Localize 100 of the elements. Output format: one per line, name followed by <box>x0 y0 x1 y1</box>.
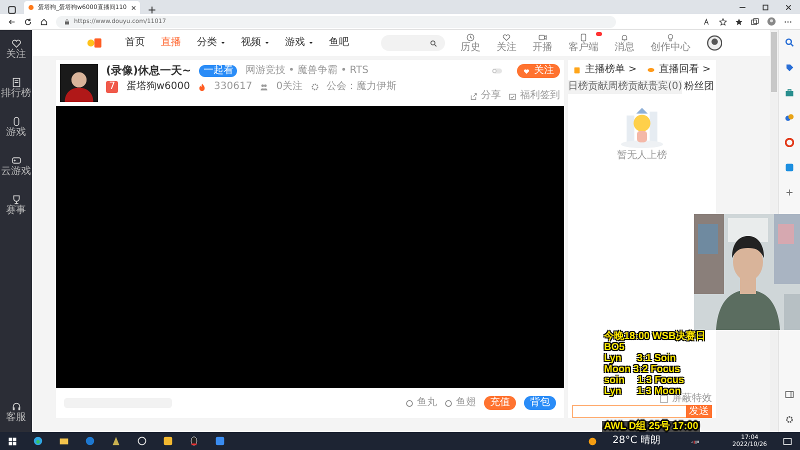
search-icon[interactable] <box>785 38 794 47</box>
back-icon[interactable] <box>8 18 16 26</box>
watch-together-tag: 一起看 <box>199 64 238 77</box>
overlay-text: Moon 3:2 Focus <box>604 364 682 375</box>
windows-start-icon[interactable] <box>8 436 17 446</box>
settings-icon[interactable] <box>785 415 794 424</box>
new-tab-icon[interactable] <box>148 6 156 14</box>
gamepad-icon <box>10 155 22 166</box>
heart-icon <box>523 68 530 74</box>
guild-name: 公会：魔力伊斯 <box>326 81 397 94</box>
nav-link[interactable]: 直播 <box>160 37 181 49</box>
sidebar-item[interactable]: 客服 <box>6 401 26 424</box>
maximize-icon[interactable] <box>762 4 769 10</box>
follow-button[interactable]: 关注 <box>517 64 560 78</box>
category-breadcrumb: 网游竞技 • 魔兽争霸 • RTS <box>245 64 368 77</box>
overlay-text: Lyn 3:1 Soin <box>604 353 677 364</box>
header-action[interactable]: 历史 <box>460 32 481 54</box>
heart-icon <box>10 38 22 49</box>
chat-input-field[interactable] <box>572 405 686 418</box>
browser-app-icon[interactable] <box>33 436 43 446</box>
nav-link[interactable]: 首页 <box>124 37 145 49</box>
video-camera-icon <box>538 32 548 42</box>
app-icon[interactable] <box>215 436 225 446</box>
overlay-text: 今晚18:00 WSB决赛日 <box>604 331 706 342</box>
nav-link[interactable]: 分类 <box>196 37 225 49</box>
streamer-name[interactable]: 蛋塔狗w6000 <box>126 81 190 94</box>
coin-icon <box>406 400 413 406</box>
caret-icon <box>220 41 225 45</box>
sidebar-item[interactable]: 赛事 <box>6 194 26 217</box>
streamer-avatar[interactable] <box>60 64 98 102</box>
heart-icon <box>502 32 512 42</box>
rank-tab[interactable]: 日榜贡献 <box>568 80 608 94</box>
penguin-icon[interactable] <box>189 436 199 446</box>
overlay-text: soin 1:3 Focus <box>604 375 686 386</box>
close-icon[interactable] <box>785 4 792 10</box>
search-field[interactable] <box>380 35 445 51</box>
calendar-check-icon <box>509 92 516 100</box>
heat-count: 330617 <box>214 81 252 94</box>
gift-item[interactable]: 鱼翅 <box>445 397 476 409</box>
headset-icon <box>10 401 22 412</box>
recharge-button[interactable]: 充值 <box>484 396 516 410</box>
notification-icon[interactable] <box>783 436 792 446</box>
collections-icon[interactable] <box>751 18 759 26</box>
close-icon[interactable] <box>130 4 136 10</box>
list-icon <box>10 77 22 88</box>
overlay-text: AWL D组 25号 17:00 <box>602 421 700 432</box>
favorite-star-icon[interactable] <box>719 18 727 26</box>
folder-icon[interactable] <box>59 436 69 446</box>
lock-icon <box>64 18 70 24</box>
empty-ranking-text: 暂无人上榜 <box>617 150 667 162</box>
clock-icon <box>466 32 476 42</box>
backpack-button[interactable]: 背包 <box>524 396 556 410</box>
rank-tab[interactable]: 周榜贡献 <box>608 80 648 94</box>
overlay-text: BO5 <box>604 342 626 353</box>
phone-icon <box>579 32 588 42</box>
add-icon[interactable] <box>785 188 794 197</box>
caret-icon <box>308 41 313 45</box>
sidebar-item[interactable]: 云游戏 <box>1 155 31 178</box>
app-icon[interactable] <box>163 436 173 446</box>
sidebar-item[interactable]: 游戏 <box>6 116 26 139</box>
home-icon[interactable] <box>40 18 48 26</box>
header-action[interactable]: 消息 <box>614 32 635 54</box>
app-icon[interactable] <box>111 436 121 446</box>
nav-link[interactable]: 游戏 <box>284 37 313 49</box>
sidebar-item[interactable]: 关注 <box>6 38 26 61</box>
nav-link[interactable]: 视频 <box>240 37 269 49</box>
lightbulb-icon <box>666 32 676 42</box>
user-avatar-icon[interactable] <box>706 35 722 51</box>
rank-tab[interactable]: 贵宾(0) <box>648 80 682 94</box>
tag-icon[interactable] <box>785 63 794 72</box>
favorites-icon[interactable] <box>735 18 743 26</box>
gear-icon <box>310 83 319 92</box>
nav-link[interactable]: 鱼吧 <box>328 37 349 49</box>
header-action[interactable]: 开播 <box>532 32 553 54</box>
header-action[interactable]: 创作中心 <box>650 32 691 54</box>
window-menu-icon[interactable] <box>8 6 16 14</box>
rank-link[interactable]: 直播回看 > <box>647 64 711 76</box>
sidebar-item[interactable]: 排行榜 <box>1 77 31 100</box>
header-action[interactable]: 关注 <box>496 32 517 54</box>
search-icon <box>430 40 437 46</box>
header-action[interactable]: 客户端 <box>568 32 599 54</box>
send-button[interactable]: 发送 <box>686 405 712 418</box>
coin-icon <box>445 400 452 406</box>
people-icon <box>260 83 268 92</box>
read-aloud-icon[interactable] <box>703 18 711 26</box>
site-favicon-icon <box>28 4 34 11</box>
bell-icon <box>620 32 630 42</box>
weather-text: 28°C 晴朗 <box>612 435 660 447</box>
profile-avatar-icon[interactable] <box>767 17 776 26</box>
reload-icon[interactable] <box>24 18 32 26</box>
follower-count: 0关注 <box>276 81 303 94</box>
scrollbar-thumb[interactable] <box>771 32 777 92</box>
share-icon <box>470 92 477 100</box>
checkin-link[interactable]: 福利签到 <box>509 90 560 102</box>
gift-item[interactable]: 鱼丸 <box>406 397 437 409</box>
briefcase-icon[interactable] <box>785 88 794 97</box>
weather-sun-icon <box>588 436 597 446</box>
sidebar-layout-icon[interactable] <box>785 390 794 399</box>
rank-link[interactable]: 主播榜单 > <box>573 64 637 76</box>
share-link[interactable]: 分享 <box>470 90 501 102</box>
